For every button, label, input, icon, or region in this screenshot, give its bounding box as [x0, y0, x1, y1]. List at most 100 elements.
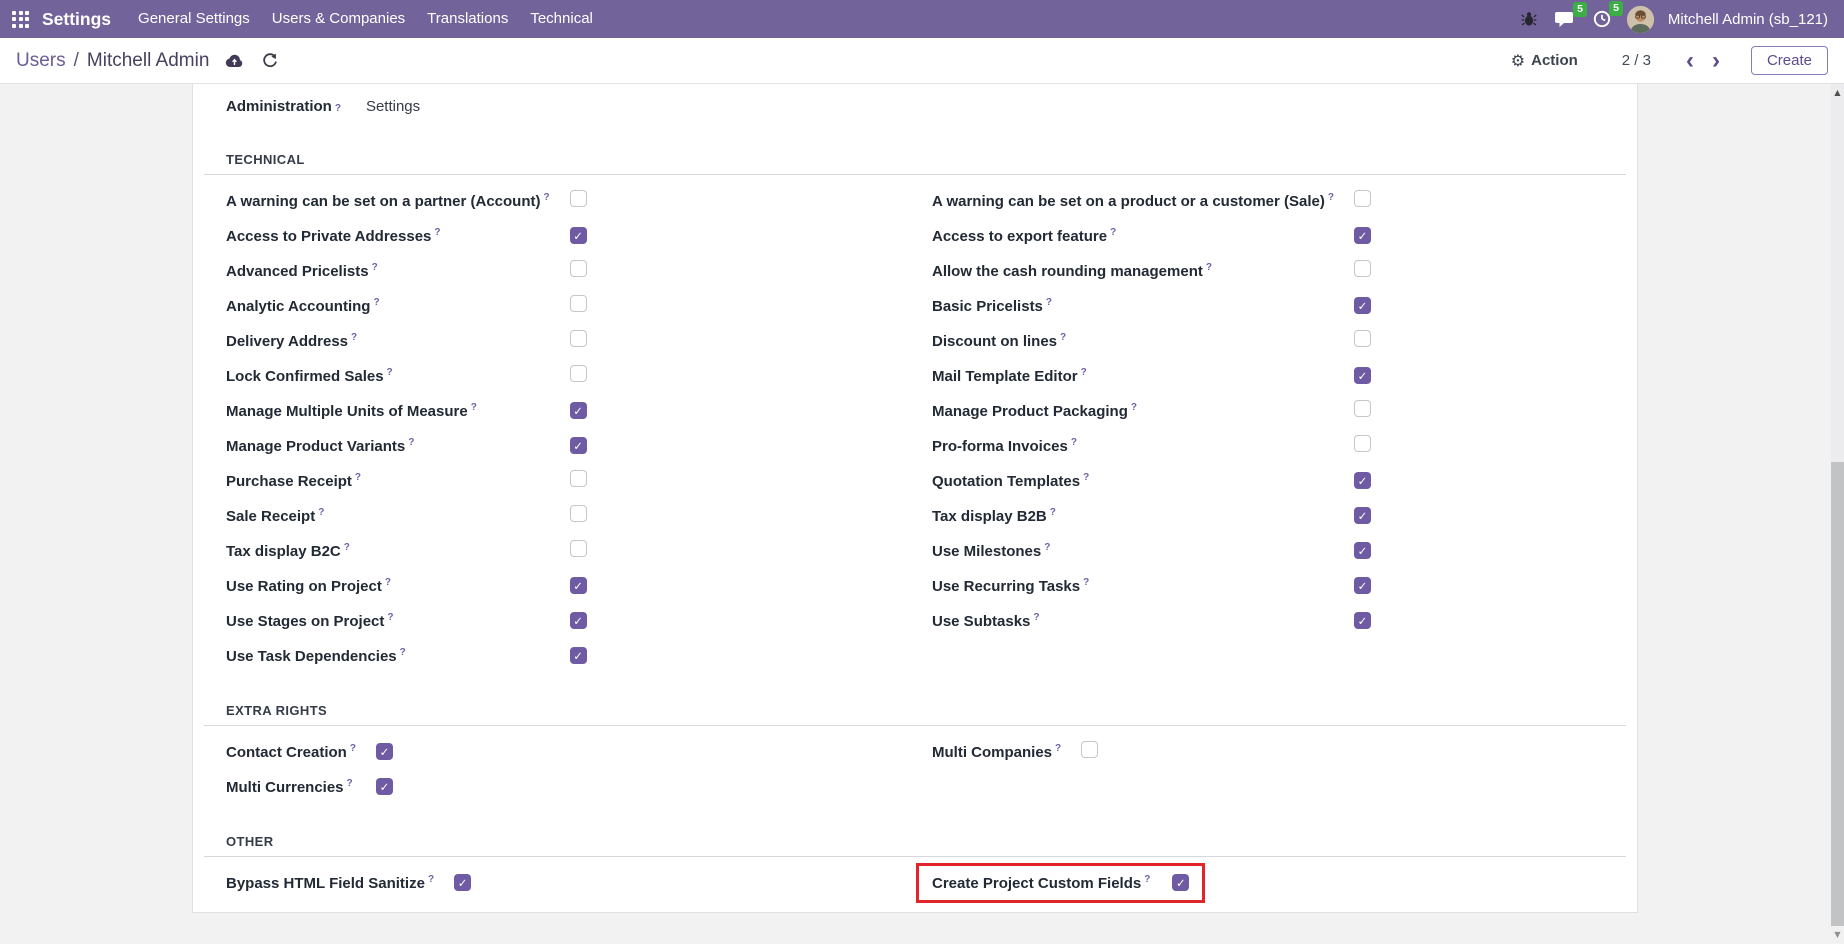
help-icon[interactable]: ? — [408, 437, 414, 448]
checkbox-manage-product-packaging[interactable] — [1354, 400, 1371, 417]
checkbox-discount-on-lines[interactable] — [1354, 330, 1371, 347]
checkbox-lock-confirmed-sales[interactable] — [570, 365, 587, 382]
help-icon[interactable]: ? — [372, 262, 378, 273]
field-label-bypass-html-field-sanitize: Bypass HTML Field Sanitize? — [226, 874, 454, 892]
checkbox-use-task-dependencies[interactable]: ✓ — [570, 647, 587, 664]
checkbox-multi-companies[interactable] — [1081, 741, 1098, 758]
help-icon[interactable]: ? — [1081, 367, 1087, 378]
help-icon[interactable]: ? — [344, 542, 350, 553]
help-icon[interactable]: ? — [373, 297, 379, 308]
checkbox-analytic-accounting[interactable] — [570, 295, 587, 312]
breadcrumb-users-link[interactable]: Users — [16, 50, 66, 72]
help-icon[interactable]: ? — [1033, 612, 1039, 623]
checkbox-create-project-custom-fields[interactable]: ✓ — [1172, 874, 1189, 891]
checkbox-multi-currencies[interactable]: ✓ — [376, 778, 393, 795]
help-icon[interactable]: ? — [1083, 472, 1089, 483]
record-status-icons — [225, 53, 278, 69]
discard-undo-icon[interactable] — [262, 53, 278, 69]
activities-clock-icon[interactable]: 5 — [1591, 8, 1613, 30]
help-icon[interactable]: ? — [355, 472, 361, 483]
menu-item-technical[interactable]: Technical — [519, 0, 604, 38]
checkbox-basic-pricelists[interactable]: ✓ — [1354, 297, 1371, 314]
checkbox-use-milestones[interactable]: ✓ — [1354, 542, 1371, 559]
checkbox-use-recurring-tasks[interactable]: ✓ — [1354, 577, 1371, 594]
help-icon[interactable]: ? — [1050, 507, 1056, 518]
app-name[interactable]: Settings — [42, 9, 111, 30]
checkbox-mail-template-editor[interactable]: ✓ — [1354, 367, 1371, 384]
checkbox-pro-forma-invoices[interactable] — [1354, 435, 1371, 452]
help-icon[interactable]: ? — [1206, 262, 1212, 273]
debug-bug-icon[interactable] — [1519, 9, 1539, 29]
help-icon[interactable]: ? — [350, 743, 356, 754]
apps-menu-icon[interactable] — [12, 11, 29, 28]
field-label-allow-the-cash-rounding-management: Allow the cash rounding management? — [932, 262, 1354, 280]
checkbox-use-stages-on-project[interactable]: ✓ — [570, 612, 587, 629]
messages-icon[interactable]: 5 — [1553, 9, 1577, 30]
field-label-quotation-templates: Quotation Templates? — [932, 472, 1354, 490]
help-icon[interactable]: ? — [1046, 297, 1052, 308]
checkbox-purchase-receipt[interactable] — [570, 470, 587, 487]
field-label-use-task-dependencies: Use Task Dependencies? — [226, 647, 570, 665]
help-icon[interactable]: ? — [1071, 437, 1077, 448]
help-icon[interactable]: ? — [387, 367, 393, 378]
checkbox-advanced-pricelists[interactable] — [570, 260, 587, 277]
checkbox-access-to-export-feature[interactable]: ✓ — [1354, 227, 1371, 244]
field-checkbox-cell — [570, 190, 915, 212]
checkbox-access-to-private-addresses[interactable]: ✓ — [570, 227, 587, 244]
action-menu-button[interactable]: ⚙ Action — [1511, 51, 1578, 70]
checkbox-a-warning-can-be-set-on-a-product-or-a-customer-sale[interactable] — [1354, 190, 1371, 207]
pager-value[interactable]: 2 / 3 — [1622, 52, 1651, 69]
field-label-access-to-export-feature: Access to export feature? — [932, 227, 1354, 245]
help-icon[interactable]: ? — [471, 402, 477, 413]
menu-item-general-settings[interactable]: General Settings — [127, 0, 261, 38]
help-icon[interactable]: ? — [1055, 743, 1061, 754]
field-label-text: Use Stages on Project — [226, 613, 384, 630]
cloud-save-icon[interactable] — [225, 53, 244, 68]
help-icon[interactable]: ? — [1110, 227, 1116, 238]
scrollbar-up-arrow-icon[interactable]: ▲ — [1831, 84, 1844, 101]
help-icon[interactable]: ? — [351, 332, 357, 343]
checkbox-manage-multiple-units-of-measure[interactable]: ✓ — [570, 402, 587, 419]
help-icon[interactable]: ? — [428, 874, 434, 885]
help-icon[interactable]: ? — [387, 612, 393, 623]
scrollbar-thumb[interactable] — [1831, 462, 1844, 926]
field-label-text: A warning can be set on a product or a c… — [932, 193, 1325, 210]
menu-item-translations[interactable]: Translations — [416, 0, 519, 38]
checkbox-a-warning-can-be-set-on-a-partner-account[interactable] — [570, 190, 587, 207]
field-label-discount-on-lines: Discount on lines? — [932, 332, 1354, 350]
help-icon[interactable]: ? — [1131, 402, 1137, 413]
scrollbar-down-arrow-icon[interactable]: ▼ — [1831, 926, 1844, 943]
help-icon[interactable]: ? — [544, 192, 550, 203]
administration-value[interactable]: Settings — [366, 98, 420, 115]
field-label-text: Pro-forma Invoices — [932, 438, 1068, 455]
checkbox-allow-the-cash-rounding-management[interactable] — [1354, 260, 1371, 277]
user-menu[interactable]: Mitchell Admin (sb_121) — [1668, 11, 1828, 28]
help-icon[interactable]: ? — [318, 507, 324, 518]
breadcrumb: Users / Mitchell Admin — [16, 50, 209, 72]
checkbox-quotation-templates[interactable]: ✓ — [1354, 472, 1371, 489]
help-icon[interactable]: ? — [347, 778, 353, 789]
help-icon[interactable]: ? — [1144, 874, 1150, 885]
create-button[interactable]: Create — [1751, 46, 1828, 75]
help-icon[interactable]: ? — [1083, 577, 1089, 588]
checkbox-tax-display-b2b[interactable]: ✓ — [1354, 507, 1371, 524]
menu-item-users-companies[interactable]: Users & Companies — [261, 0, 416, 38]
checkbox-sale-receipt[interactable] — [570, 505, 587, 522]
checkbox-use-rating-on-project[interactable]: ✓ — [570, 577, 587, 594]
pager-next-icon[interactable]: › — [1703, 51, 1729, 71]
checkbox-contact-creation[interactable]: ✓ — [376, 743, 393, 760]
help-icon[interactable]: ? — [1060, 332, 1066, 343]
help-icon[interactable]: ? — [434, 227, 440, 238]
checkbox-use-subtasks[interactable]: ✓ — [1354, 612, 1371, 629]
help-icon[interactable]: ? — [1044, 542, 1050, 553]
checkbox-tax-display-b2c[interactable] — [570, 540, 587, 557]
user-avatar[interactable] — [1627, 6, 1654, 33]
help-icon[interactable]: ? — [400, 647, 406, 658]
pager-previous-icon[interactable]: ‹ — [1677, 51, 1703, 71]
checkbox-manage-product-variants[interactable]: ✓ — [570, 437, 587, 454]
help-icon[interactable]: ? — [1328, 192, 1334, 203]
checkbox-bypass-html-field-sanitize[interactable]: ✓ — [454, 874, 471, 891]
help-icon[interactable]: ? — [335, 103, 341, 114]
checkbox-delivery-address[interactable] — [570, 330, 587, 347]
help-icon[interactable]: ? — [385, 577, 391, 588]
